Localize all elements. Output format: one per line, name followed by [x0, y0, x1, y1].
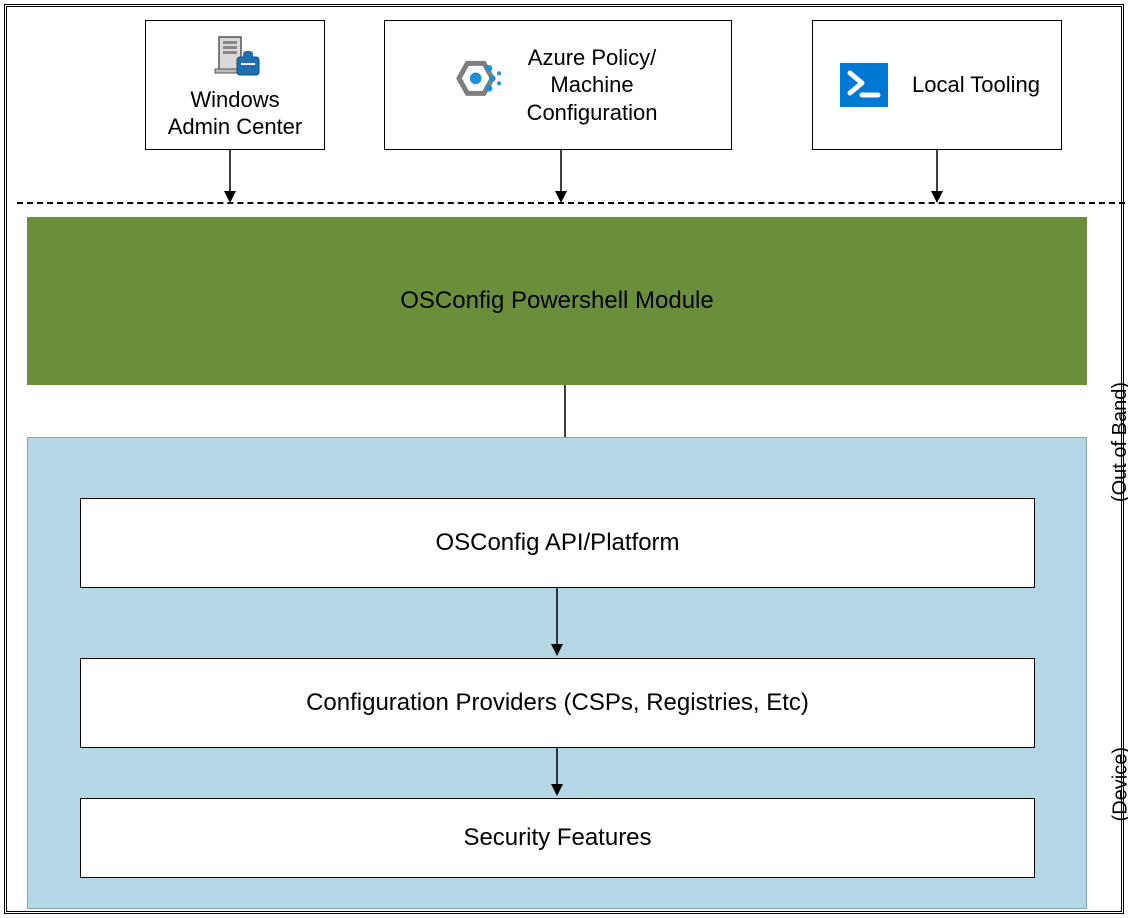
node-config-providers: Configuration Providers (CSPs, Registrie…: [80, 658, 1035, 748]
node-label: Windows: [190, 86, 279, 114]
dashed-separator: [17, 202, 1125, 204]
node-label: OSConfig Powershell Module: [400, 287, 714, 315]
node-label: OSConfig API/Platform: [435, 529, 679, 557]
node-label: Machine: [527, 71, 658, 99]
node-label: Configuration Providers (CSPs, Registrie…: [306, 689, 809, 717]
powershell-icon: [834, 57, 894, 113]
node-azure-policy: Azure Policy/ Machine Configuration: [384, 20, 732, 150]
arrow-down-icon: [927, 150, 947, 205]
side-label-out-of-band: (Out of Band): [1109, 382, 1128, 502]
node-label: Admin Center: [168, 113, 303, 141]
node-osconfig-powershell: OSConfig Powershell Module: [27, 217, 1087, 385]
node-osconfig-api: OSConfig API/Platform: [80, 498, 1035, 588]
arrow-down-icon: [220, 150, 240, 205]
arrow-down-icon: [547, 748, 567, 798]
diagram-frame: Windows Admin Center Azure Policy/ Machi…: [4, 4, 1124, 914]
node-label: Azure Policy/: [527, 44, 658, 72]
node-local-tooling: Local Tooling: [812, 20, 1062, 150]
server-toolbox-icon: [205, 30, 265, 86]
device-container: OSConfig API/Platform Configuration Prov…: [27, 437, 1087, 909]
node-label: Local Tooling: [912, 71, 1040, 99]
policy-hex-icon: [449, 57, 509, 113]
node-security-features: Security Features: [80, 798, 1035, 878]
arrow-down-icon: [551, 150, 571, 205]
node-label: Security Features: [463, 824, 651, 852]
node-windows-admin-center: Windows Admin Center: [145, 20, 325, 150]
arrow-down-icon: [547, 588, 567, 658]
node-label: Configuration: [527, 99, 658, 127]
side-label-device: (Device): [1109, 747, 1128, 821]
